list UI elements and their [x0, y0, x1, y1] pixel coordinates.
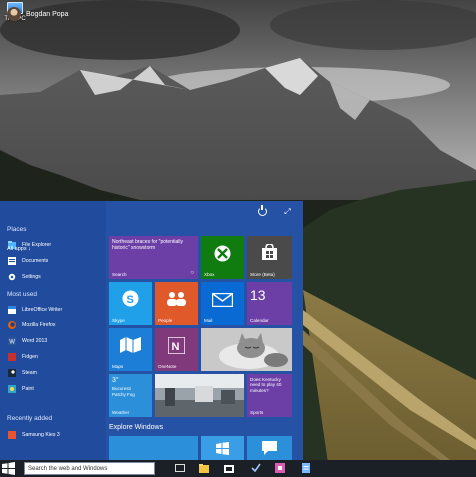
- explore-tile-2[interactable]: [201, 436, 244, 460]
- menu-item-label: LibreOffice Writer: [22, 306, 63, 313]
- calendar-day: 13: [250, 287, 266, 303]
- search-input[interactable]: Search the web and Windows: [24, 462, 155, 475]
- check-icon[interactable]: [251, 463, 261, 473]
- store-icon: [262, 244, 277, 260]
- people-tile[interactable]: People: [155, 282, 198, 325]
- menu-item-documents[interactable]: Documents: [8, 256, 48, 265]
- explore-tile-1[interactable]: [109, 436, 198, 460]
- menu-item-firefox[interactable]: Mozilla Firefox: [8, 320, 55, 329]
- task-view-icon[interactable]: [175, 463, 185, 473]
- samsung-kies-icon: [8, 430, 16, 439]
- gear-icon: [8, 273, 16, 280]
- media-icon[interactable]: [275, 463, 285, 473]
- start-button[interactable]: [2, 462, 15, 475]
- search-tile-news: Northeast braces for "potentially histor…: [112, 239, 183, 251]
- svg-text:N: N: [172, 341, 180, 353]
- tile-label: Calendar: [250, 318, 269, 323]
- sports-news: Does Kentucky need to play 40 minutes?: [250, 377, 282, 393]
- onenote-icon: N: [168, 337, 185, 354]
- calendar-tile[interactable]: 13 Calendar: [247, 282, 292, 325]
- menu-item-fidgen[interactable]: Fidgen: [8, 352, 38, 361]
- menu-item-label: Fidgen: [22, 353, 38, 360]
- all-apps-button[interactable]: All apps ↓: [7, 246, 31, 252]
- xbox-icon: [214, 245, 231, 262]
- weather-temperature: 3°: [112, 377, 119, 384]
- user-account-button[interactable]: Bogdan Popa: [7, 7, 68, 21]
- tile-label: Weather: [112, 410, 130, 415]
- fidgen-icon: [8, 352, 16, 361]
- maps-tile[interactable]: Maps: [109, 328, 152, 371]
- menu-item-label: Steam: [22, 369, 37, 376]
- menu-item-settings[interactable]: Settings: [8, 272, 41, 281]
- svg-text:W: W: [9, 339, 15, 344]
- mail-tile[interactable]: Mail: [201, 282, 244, 325]
- weather-condition: Patchy Fog: [112, 392, 135, 397]
- menu-item-label: Mozilla Firefox: [22, 321, 56, 328]
- documents-icon: [8, 256, 16, 265]
- menu-item-label: Samsung Kies 3: [22, 431, 60, 438]
- explore-windows-heading: Explore Windows: [109, 424, 164, 431]
- news-photo-tile[interactable]: [155, 374, 244, 417]
- taskbar: Search the web and Windows: [0, 460, 476, 477]
- windows-icon: [216, 442, 229, 455]
- onenote-tile[interactable]: N OneNote: [155, 328, 198, 371]
- search-tile[interactable]: Northeast braces for "potentially histor…: [109, 236, 198, 279]
- photos-tile[interactable]: [201, 328, 292, 371]
- menu-item-label: Paint: [22, 385, 34, 392]
- document-icon[interactable]: [301, 463, 311, 473]
- most-used-heading: Most used: [7, 291, 37, 298]
- cat-photo: [201, 328, 292, 371]
- search-icon: ○: [190, 270, 194, 276]
- libreoffice-writer-icon: [8, 305, 16, 314]
- sports-tile[interactable]: Does Kentucky need to play 40 minutes? S…: [247, 374, 292, 417]
- places-heading: Places: [7, 226, 27, 233]
- store-taskbar-icon[interactable]: [224, 463, 234, 473]
- weather-tile[interactable]: 3° Bucuresti Patchy Fog Weather: [109, 374, 152, 417]
- weather-city: Bucuresti: [112, 386, 131, 391]
- skype-tile[interactable]: S Skype: [109, 282, 152, 325]
- svg-text:S: S: [127, 294, 134, 306]
- feedback-icon: [262, 441, 277, 455]
- menu-item-word-2013[interactable]: W Word 2013: [8, 336, 47, 345]
- tile-label: Xbox: [204, 272, 215, 277]
- skype-icon: S: [122, 290, 139, 307]
- news-photo: [155, 374, 244, 417]
- menu-item-steam[interactable]: Steam: [8, 368, 37, 377]
- menu-item-label: Settings: [22, 273, 41, 280]
- people-icon: [167, 292, 186, 306]
- tile-label: OneNote: [158, 364, 177, 369]
- word-icon: W: [8, 336, 16, 345]
- recently-added-heading: Recently added: [7, 415, 53, 422]
- tile-label: Store (Beta): [250, 272, 275, 277]
- xbox-tile[interactable]: Xbox: [201, 236, 244, 279]
- mail-icon: [212, 293, 233, 307]
- paint-icon: [8, 384, 16, 393]
- firefox-icon: [8, 320, 16, 329]
- tile-label: Search: [112, 272, 127, 277]
- explore-tile-3[interactable]: [247, 436, 292, 460]
- map-icon: [120, 337, 141, 353]
- tile-label: Maps: [112, 364, 124, 369]
- power-icon[interactable]: [258, 205, 267, 216]
- file-explorer-icon[interactable]: [199, 463, 209, 473]
- store-tile[interactable]: Store (Beta): [247, 236, 292, 279]
- tile-label: People: [158, 318, 173, 323]
- menu-item-samsung-kies[interactable]: Samsung Kies 3: [8, 430, 60, 439]
- user-name: Bogdan Popa: [26, 10, 69, 18]
- tile-label: Skype: [112, 318, 125, 323]
- menu-item-libreoffice-writer[interactable]: LibreOffice Writer: [8, 305, 62, 314]
- expand-icon[interactable]: ⤢: [283, 207, 292, 216]
- menu-item-label: Word 2013: [22, 337, 48, 344]
- steam-icon: [8, 368, 16, 377]
- menu-item-label: Documents: [22, 257, 49, 264]
- tile-label: Sports: [250, 410, 264, 415]
- avatar: [7, 7, 21, 21]
- menu-item-paint[interactable]: Paint: [8, 384, 34, 393]
- tile-label: Mail: [204, 318, 213, 323]
